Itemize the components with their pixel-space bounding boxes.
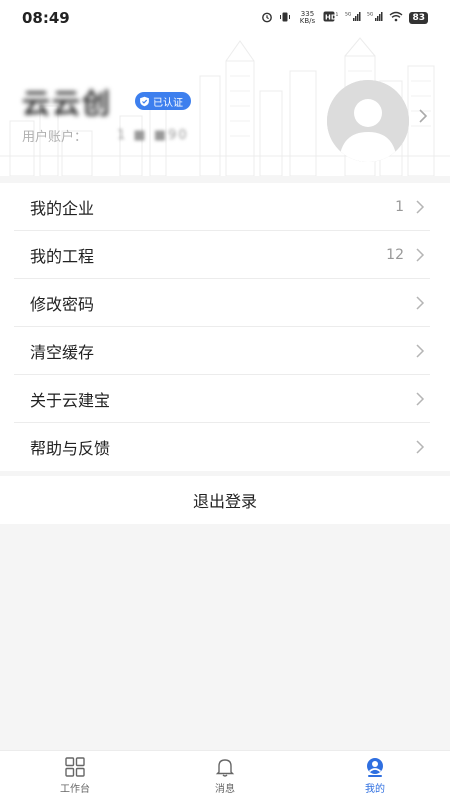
battery-indicator: 83 <box>409 12 428 24</box>
svg-text:5G: 5G <box>345 12 352 18</box>
menu-item-label: 关于云建宝 <box>30 391 111 410</box>
alarm-icon <box>261 11 273 26</box>
tab-label: 工作台 <box>60 784 90 795</box>
bottom-tab-bar: 工作台 消息 我的 <box>0 750 450 800</box>
tab-mine[interactable]: 我的 <box>300 751 450 800</box>
menu-item-about[interactable]: 关于云建宝 <box>0 375 450 423</box>
profile-header[interactable]: 云云创 已认证 用户账户： 1 ■ ■90 <box>0 36 450 176</box>
chevron-right-icon <box>416 296 425 310</box>
signal-5g-icon: 5G <box>367 11 383 25</box>
verified-label: 已认证 <box>153 97 183 109</box>
network-speed: 335 KB/s <box>299 10 316 25</box>
svg-text:1: 1 <box>336 12 339 18</box>
status-time: 08:49 <box>22 9 70 27</box>
menu-item-help-feedback[interactable]: 帮助与反馈 <box>0 423 450 471</box>
account-value: 1 ■ ■90 <box>117 128 189 143</box>
grid-icon <box>65 757 85 777</box>
chevron-right-icon <box>416 344 425 358</box>
svg-text:5G: 5G <box>367 12 374 18</box>
avatar[interactable] <box>327 80 409 162</box>
wifi-icon <box>389 11 403 25</box>
account-row: 用户账户： 1 ■ ■90 <box>22 126 189 145</box>
status-icons: 335 KB/s HD 1 5G 5G 83 <box>261 11 428 26</box>
verified-shield-icon <box>140 96 149 106</box>
logout-button[interactable]: 退出登录 <box>0 476 450 524</box>
account-label: 用户账户： <box>22 130 88 145</box>
menu-item-count: 12 <box>386 247 404 263</box>
vibrate-icon <box>279 11 291 26</box>
menu-item-label: 我的企业 <box>30 199 95 218</box>
menu-item-label: 帮助与反馈 <box>30 439 111 458</box>
menu-item-my-projects[interactable]: 我的工程 12 <box>0 231 450 279</box>
menu-item-label: 清空缓存 <box>30 343 95 362</box>
user-name: 云云创 <box>22 87 113 120</box>
signal-5g-icon: 5G <box>345 11 361 25</box>
chevron-right-icon <box>416 248 425 262</box>
chevron-right-icon <box>416 392 425 406</box>
user-icon <box>367 758 383 777</box>
default-avatar-icon <box>327 80 409 162</box>
hd-icon: HD 1 <box>323 11 339 25</box>
bell-icon <box>215 759 235 777</box>
chevron-right-icon[interactable] <box>416 106 430 126</box>
settings-menu: 我的企业 1 我的工程 12 修改密码 清空缓存 关于云建宝 帮助与反馈 <box>0 183 450 471</box>
menu-item-my-company[interactable]: 我的企业 1 <box>0 183 450 231</box>
chevron-right-icon <box>416 440 425 454</box>
tab-label: 消息 <box>215 784 235 795</box>
tab-messages[interactable]: 消息 <box>150 751 300 800</box>
menu-item-change-password[interactable]: 修改密码 <box>0 279 450 327</box>
menu-item-clear-cache[interactable]: 清空缓存 <box>0 327 450 375</box>
menu-item-count: 1 <box>395 199 404 215</box>
status-bar: 08:49 335 KB/s HD 1 5G 5G 83 <box>0 0 450 36</box>
tab-label: 我的 <box>365 784 385 795</box>
chevron-right-icon <box>416 200 425 214</box>
menu-item-label: 修改密码 <box>30 295 95 314</box>
verified-badge: 已认证 <box>135 92 191 110</box>
tab-workbench[interactable]: 工作台 <box>0 751 150 800</box>
menu-item-label: 我的工程 <box>30 247 95 266</box>
